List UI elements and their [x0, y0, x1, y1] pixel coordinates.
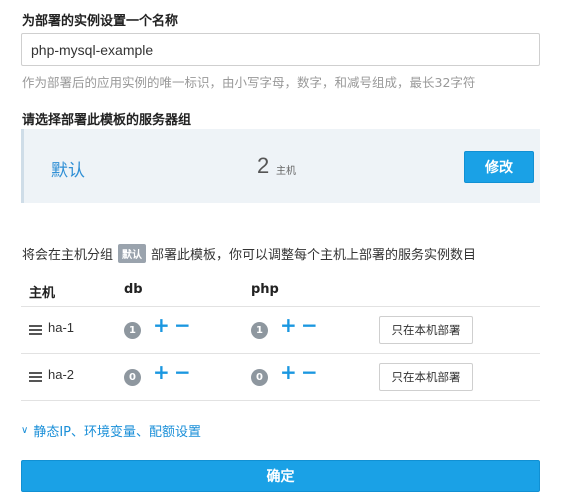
- group-tag: 默认: [118, 244, 147, 263]
- header-db: db: [124, 282, 143, 297]
- php-decrement-button[interactable]: −: [301, 362, 318, 382]
- php-count-badge: 1: [251, 322, 268, 339]
- deploy-description-suffix: 部署此模板，你可以调整每个主机上部署的服务实例数目: [151, 248, 477, 263]
- table-divider: [21, 400, 540, 401]
- server-icon: [29, 325, 42, 335]
- server-group-title: 请选择部署此模板的服务器组: [22, 113, 192, 128]
- db-increment-button[interactable]: +: [153, 315, 170, 335]
- deploy-description-prefix: 将会在主机分组: [22, 248, 114, 263]
- server-icon: [29, 372, 42, 382]
- deploy-description: 将会在主机分组 默认 部署此模板，你可以调整每个主机上部署的服务实例数目: [22, 244, 476, 263]
- db-count-badge: 0: [124, 369, 141, 386]
- php-count-badge: 0: [251, 369, 268, 386]
- php-increment-button[interactable]: +: [280, 362, 297, 382]
- php-increment-button[interactable]: +: [280, 315, 297, 335]
- host-unit: 主机: [276, 166, 296, 177]
- db-decrement-button[interactable]: −: [174, 315, 191, 335]
- table-row: ha-1 1 + − 1 + − 只在本机部署: [21, 307, 540, 353]
- db-count-badge: 1: [124, 322, 141, 339]
- advanced-settings-label: 静态IP、环境变量、配额设置: [33, 425, 202, 440]
- header-host: 主机: [29, 286, 56, 301]
- deploy-local-only-button[interactable]: 只在本机部署: [379, 363, 473, 391]
- instance-name-input[interactable]: [21, 33, 540, 66]
- db-increment-button[interactable]: +: [153, 362, 170, 382]
- advanced-settings-link[interactable]: ∨ 静态IP、环境变量、配额设置: [21, 421, 201, 440]
- group-name: 默认: [51, 161, 85, 181]
- name-section-title: 为部署的实例设置一个名称: [22, 14, 179, 29]
- server-group-panel: 默认 2 主机 修改: [21, 129, 540, 203]
- chevron-down-icon: ∨: [21, 425, 29, 436]
- header-php: php: [251, 282, 279, 297]
- deploy-local-only-button[interactable]: 只在本机部署: [379, 316, 473, 344]
- name-hint: 作为部署后的应用实例的唯一标识，由小写字母，数字，和减号组成，最长32字符: [22, 75, 476, 90]
- edit-group-button[interactable]: 修改: [464, 151, 534, 183]
- php-decrement-button[interactable]: −: [301, 315, 318, 335]
- host-count: 2: [257, 153, 270, 178]
- table-row: ha-2 0 + − 0 + − 只在本机部署: [21, 354, 540, 400]
- host-name: ha-2: [48, 367, 75, 382]
- confirm-button[interactable]: 确定: [21, 460, 540, 492]
- host-name: ha-1: [48, 320, 75, 335]
- db-decrement-button[interactable]: −: [174, 362, 191, 382]
